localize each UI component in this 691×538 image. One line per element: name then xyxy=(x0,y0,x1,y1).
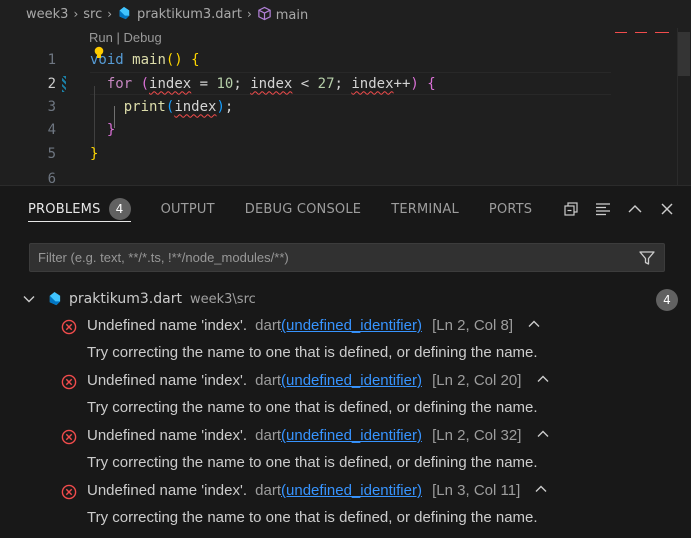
dart-file-icon xyxy=(119,6,130,20)
filter-funnel-icon[interactable] xyxy=(638,249,656,267)
problem-hint: Try correcting the name to one that is d… xyxy=(87,399,538,416)
line-number: 1 xyxy=(47,51,56,68)
chevron-down-icon[interactable] xyxy=(22,292,36,306)
problem-file-count-badge: 4 xyxy=(656,289,678,311)
error-icon xyxy=(61,319,77,335)
tab-ports[interactable]: PORTS xyxy=(489,186,532,232)
scrollbar-thumb[interactable] xyxy=(678,32,690,76)
problem-source: dart xyxy=(255,317,282,334)
tab-problems[interactable]: PROBLEMS 4 xyxy=(28,186,131,232)
tab-label: PROBLEMS xyxy=(28,201,101,217)
problem-message-line: Undefined name 'index'. dart(undefined_i… xyxy=(87,372,550,389)
chevron-up-icon[interactable] xyxy=(534,482,548,496)
chevron-up-icon[interactable] xyxy=(527,317,541,331)
tab-debug-console[interactable]: DEBUG CONSOLE xyxy=(245,186,361,232)
problem-file-path: week3\src xyxy=(190,291,256,307)
code-line-5[interactable]: 5 } xyxy=(0,142,691,165)
editor-scrollbar[interactable] xyxy=(677,28,691,185)
problem-location: [Ln 2, Col 8] xyxy=(432,317,514,334)
maximize-panel-chevron-up-icon[interactable] xyxy=(627,201,643,217)
problem-location: [Ln 2, Col 32] xyxy=(432,427,522,444)
chevron-right-icon: › xyxy=(107,7,113,21)
filter-input[interactable] xyxy=(38,250,638,265)
code-line-3[interactable]: 3 print(index); xyxy=(0,95,691,118)
breadcrumb-folder-src[interactable]: src xyxy=(83,7,102,22)
problem-source: dart xyxy=(255,482,282,499)
codelens-run-debug[interactable]: Run | Debug xyxy=(89,30,162,45)
problem-message: Undefined name 'index'. xyxy=(87,317,247,334)
code-text: print(index); xyxy=(123,98,234,115)
tab-output[interactable]: OUTPUT xyxy=(161,186,215,232)
line-number: 6 xyxy=(47,170,56,186)
problem-code-link[interactable]: (undefined_identifier) xyxy=(281,482,422,499)
line-number: 3 xyxy=(47,98,56,115)
problem-message-line: Undefined name 'index'. dart(undefined_i… xyxy=(87,317,541,334)
problem-message: Undefined name 'index'. xyxy=(87,372,247,389)
breadcrumb-symbol[interactable]: main xyxy=(257,6,308,23)
code-line-2[interactable]: 2 for (index = 10; index < 27; index++) … xyxy=(0,72,691,95)
tab-terminal[interactable]: TERMINAL xyxy=(391,186,459,232)
error-icon xyxy=(61,484,77,500)
problem-code-link[interactable]: (undefined_identifier) xyxy=(281,427,422,444)
view-as-list-icon[interactable] xyxy=(595,201,611,217)
problem-hint: Try correcting the name to one that is d… xyxy=(87,454,538,471)
problem-source: dart xyxy=(255,372,282,389)
problems-count-badge: 4 xyxy=(108,198,131,220)
chevron-up-icon[interactable] xyxy=(536,427,550,441)
code-line-6[interactable]: 6 xyxy=(0,167,691,186)
close-panel-icon[interactable] xyxy=(659,201,675,217)
method-cube-icon xyxy=(258,6,271,20)
problem-item[interactable]: Undefined name 'index'. dart(undefined_i… xyxy=(0,480,691,526)
code-editor[interactable]: Run | Debug 1 void main() { 2 for (index… xyxy=(0,28,691,185)
problem-source: dart xyxy=(255,427,282,444)
problem-hint: Try correcting the name to one that is d… xyxy=(87,344,538,361)
problem-location: [Ln 3, Col 11] xyxy=(432,482,521,499)
problem-message-line: Undefined name 'index'. dart(undefined_i… xyxy=(87,482,548,499)
problem-file-name: praktikum3.dart xyxy=(69,291,182,307)
dart-file-icon xyxy=(49,291,61,306)
breadcrumb-file-label: praktikum3.dart xyxy=(137,7,242,22)
error-icon xyxy=(61,374,77,390)
chevron-up-icon[interactable] xyxy=(536,372,550,386)
problem-item[interactable]: Undefined name 'index'. dart(undefined_i… xyxy=(0,315,691,361)
panel-tabs: PROBLEMS 4 OUTPUT DEBUG CONSOLE TERMINAL… xyxy=(0,186,691,232)
problem-item[interactable]: Undefined name 'index'. dart(undefined_i… xyxy=(0,370,691,416)
problem-message-line: Undefined name 'index'. dart(undefined_i… xyxy=(87,427,550,444)
breadcrumb-symbol-label: main xyxy=(275,7,309,23)
chevron-right-icon: › xyxy=(73,7,79,21)
bottom-panel: PROBLEMS 4 OUTPUT DEBUG CONSOLE TERMINAL… xyxy=(0,185,691,538)
problem-message: Undefined name 'index'. xyxy=(87,482,247,499)
breadcrumb: week3 › src › praktikum3.dart › main xyxy=(0,0,691,28)
code-text: for (index = 10; index < 27; index++) { xyxy=(106,75,436,92)
line-number: 2 xyxy=(47,75,56,92)
problem-location: [Ln 2, Col 20] xyxy=(432,372,522,389)
panel-actions xyxy=(547,186,675,232)
line-number: 4 xyxy=(47,121,56,138)
problem-item[interactable]: Undefined name 'index'. dart(undefined_i… xyxy=(0,425,691,471)
code-text: } xyxy=(90,145,99,162)
problem-code-link[interactable]: (undefined_identifier) xyxy=(281,317,422,334)
chevron-right-icon: › xyxy=(246,7,252,21)
problems-filter xyxy=(29,243,665,272)
breadcrumb-file[interactable]: praktikum3.dart xyxy=(117,6,242,22)
error-icon xyxy=(61,429,77,445)
problem-message: Undefined name 'index'. xyxy=(87,427,247,444)
code-line-4[interactable]: 4 } xyxy=(0,118,691,141)
problem-hint: Try correcting the name to one that is d… xyxy=(87,509,538,526)
collapse-all-icon[interactable] xyxy=(563,201,579,217)
problem-code-link[interactable]: (undefined_identifier) xyxy=(281,372,422,389)
code-text: } xyxy=(106,121,116,138)
line-number: 5 xyxy=(47,145,56,162)
minimap-error-marks xyxy=(615,32,669,33)
breadcrumb-folder-week3[interactable]: week3 xyxy=(26,7,68,22)
lightbulb-icon[interactable] xyxy=(93,46,105,60)
problem-file-group[interactable]: praktikum3.dart week3\src 4 xyxy=(0,287,691,311)
code-text: void main() { xyxy=(90,51,200,68)
